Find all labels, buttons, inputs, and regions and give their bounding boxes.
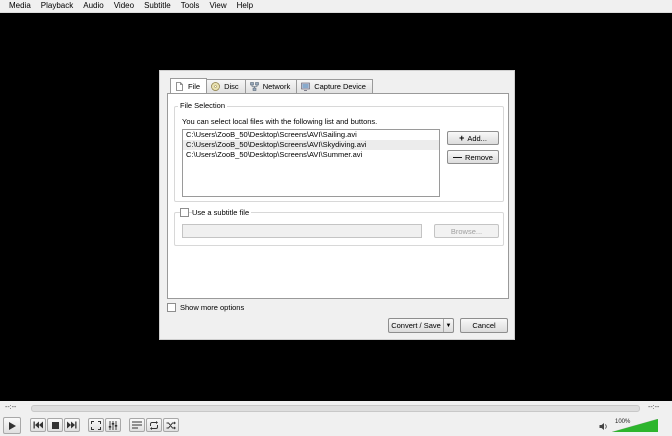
elapsed-time: --:-- [5, 404, 17, 411]
file-selection-description: You can select local files with the foll… [182, 117, 378, 126]
use-subtitle-label: Use a subtitle file [192, 208, 252, 217]
subtitle-path-input[interactable] [182, 224, 422, 238]
list-item[interactable]: C:\Users\ZooB_50\Desktop\Screens\AVI\Sum… [183, 150, 439, 160]
plus-icon: + [459, 133, 465, 143]
menu-tools[interactable]: Tools [176, 0, 205, 12]
fullscreen-button[interactable] [88, 418, 104, 432]
seek-bar[interactable] [31, 405, 640, 412]
remove-button-label: Remove [465, 152, 493, 162]
file-list[interactable]: C:\Users\ZooB_50\Desktop\Screens\AVI\Sai… [182, 129, 440, 197]
stop-button[interactable] [47, 418, 63, 432]
tab-file[interactable]: File [170, 78, 208, 93]
fullscreen-icon [91, 420, 101, 430]
menu-media[interactable]: Media [4, 0, 36, 12]
disc-icon [211, 82, 220, 91]
playlist-button[interactable] [129, 418, 145, 432]
menu-subtitle[interactable]: Subtitle [139, 0, 176, 12]
extended-settings-button[interactable] [105, 418, 121, 432]
use-subtitle-checkbox[interactable] [180, 208, 189, 217]
tab-disc-label: Disc [224, 82, 239, 91]
previous-button[interactable] [30, 418, 46, 432]
playlist-icon [132, 421, 142, 429]
minus-icon: — [453, 152, 463, 162]
show-more-options-label: Show more options [180, 303, 245, 312]
shuffle-icon [166, 421, 176, 429]
tab-network-label: Network [262, 82, 291, 91]
browse-button[interactable]: Browse... [434, 224, 499, 238]
tab-bar: File Disc Network Capture Device [170, 78, 373, 93]
list-item[interactable]: C:\Users\ZooB_50\Desktop\Screens\AVI\Sai… [183, 130, 439, 140]
seek-row: --:-- --:-- [0, 401, 672, 415]
show-more-options-checkbox[interactable] [167, 303, 176, 312]
menu-audio[interactable]: Audio [78, 0, 108, 12]
menu-playback[interactable]: Playback [36, 0, 78, 12]
menu-bar: Media Playback Audio Video Subtitle Tool… [0, 0, 672, 13]
file-tab-panel: File Selection You can select local file… [167, 93, 509, 299]
play-button[interactable] [3, 417, 21, 434]
tab-capture-device[interactable]: Capture Device [296, 79, 373, 93]
tab-capture-device-label: Capture Device [314, 82, 366, 91]
tab-disc[interactable]: Disc [206, 79, 246, 93]
cancel-button[interactable]: Cancel [460, 318, 508, 333]
chevron-down-icon[interactable]: ▼ [444, 323, 453, 329]
convert-save-button[interactable]: Convert / Save ▼ [388, 318, 454, 333]
loop-icon [150, 420, 158, 430]
menu-view[interactable]: View [204, 0, 231, 12]
total-time: --:-- [648, 404, 660, 411]
tab-network[interactable]: Network [244, 79, 298, 93]
shuffle-button[interactable] [163, 418, 179, 432]
capture-device-icon [301, 82, 311, 91]
equalizer-icon [108, 420, 118, 430]
next-button[interactable] [64, 418, 80, 432]
network-icon [249, 82, 259, 91]
menu-help[interactable]: Help [232, 0, 258, 12]
controls-bar [0, 415, 672, 436]
tab-file-label: File [188, 81, 201, 91]
file-selection-title: File Selection [178, 101, 228, 110]
open-media-dialog: File Disc Network Capture Device File Se… [159, 70, 515, 340]
previous-icon [33, 421, 43, 429]
volume-percent: 100% [615, 419, 631, 425]
add-button-label: Add... [467, 133, 487, 143]
loop-button[interactable] [146, 418, 162, 432]
play-icon [9, 421, 16, 430]
menu-video[interactable]: Video [109, 0, 139, 12]
add-button[interactable]: + Add... [447, 131, 499, 145]
next-icon [67, 421, 77, 429]
file-icon [175, 81, 184, 91]
list-item[interactable]: C:\Users\ZooB_50\Desktop\Screens\AVI\Sky… [183, 140, 439, 150]
remove-button[interactable]: — Remove [447, 150, 499, 164]
volume-speaker-icon[interactable] [599, 422, 608, 433]
stop-icon [51, 421, 59, 429]
convert-save-label: Convert / Save [389, 319, 444, 332]
